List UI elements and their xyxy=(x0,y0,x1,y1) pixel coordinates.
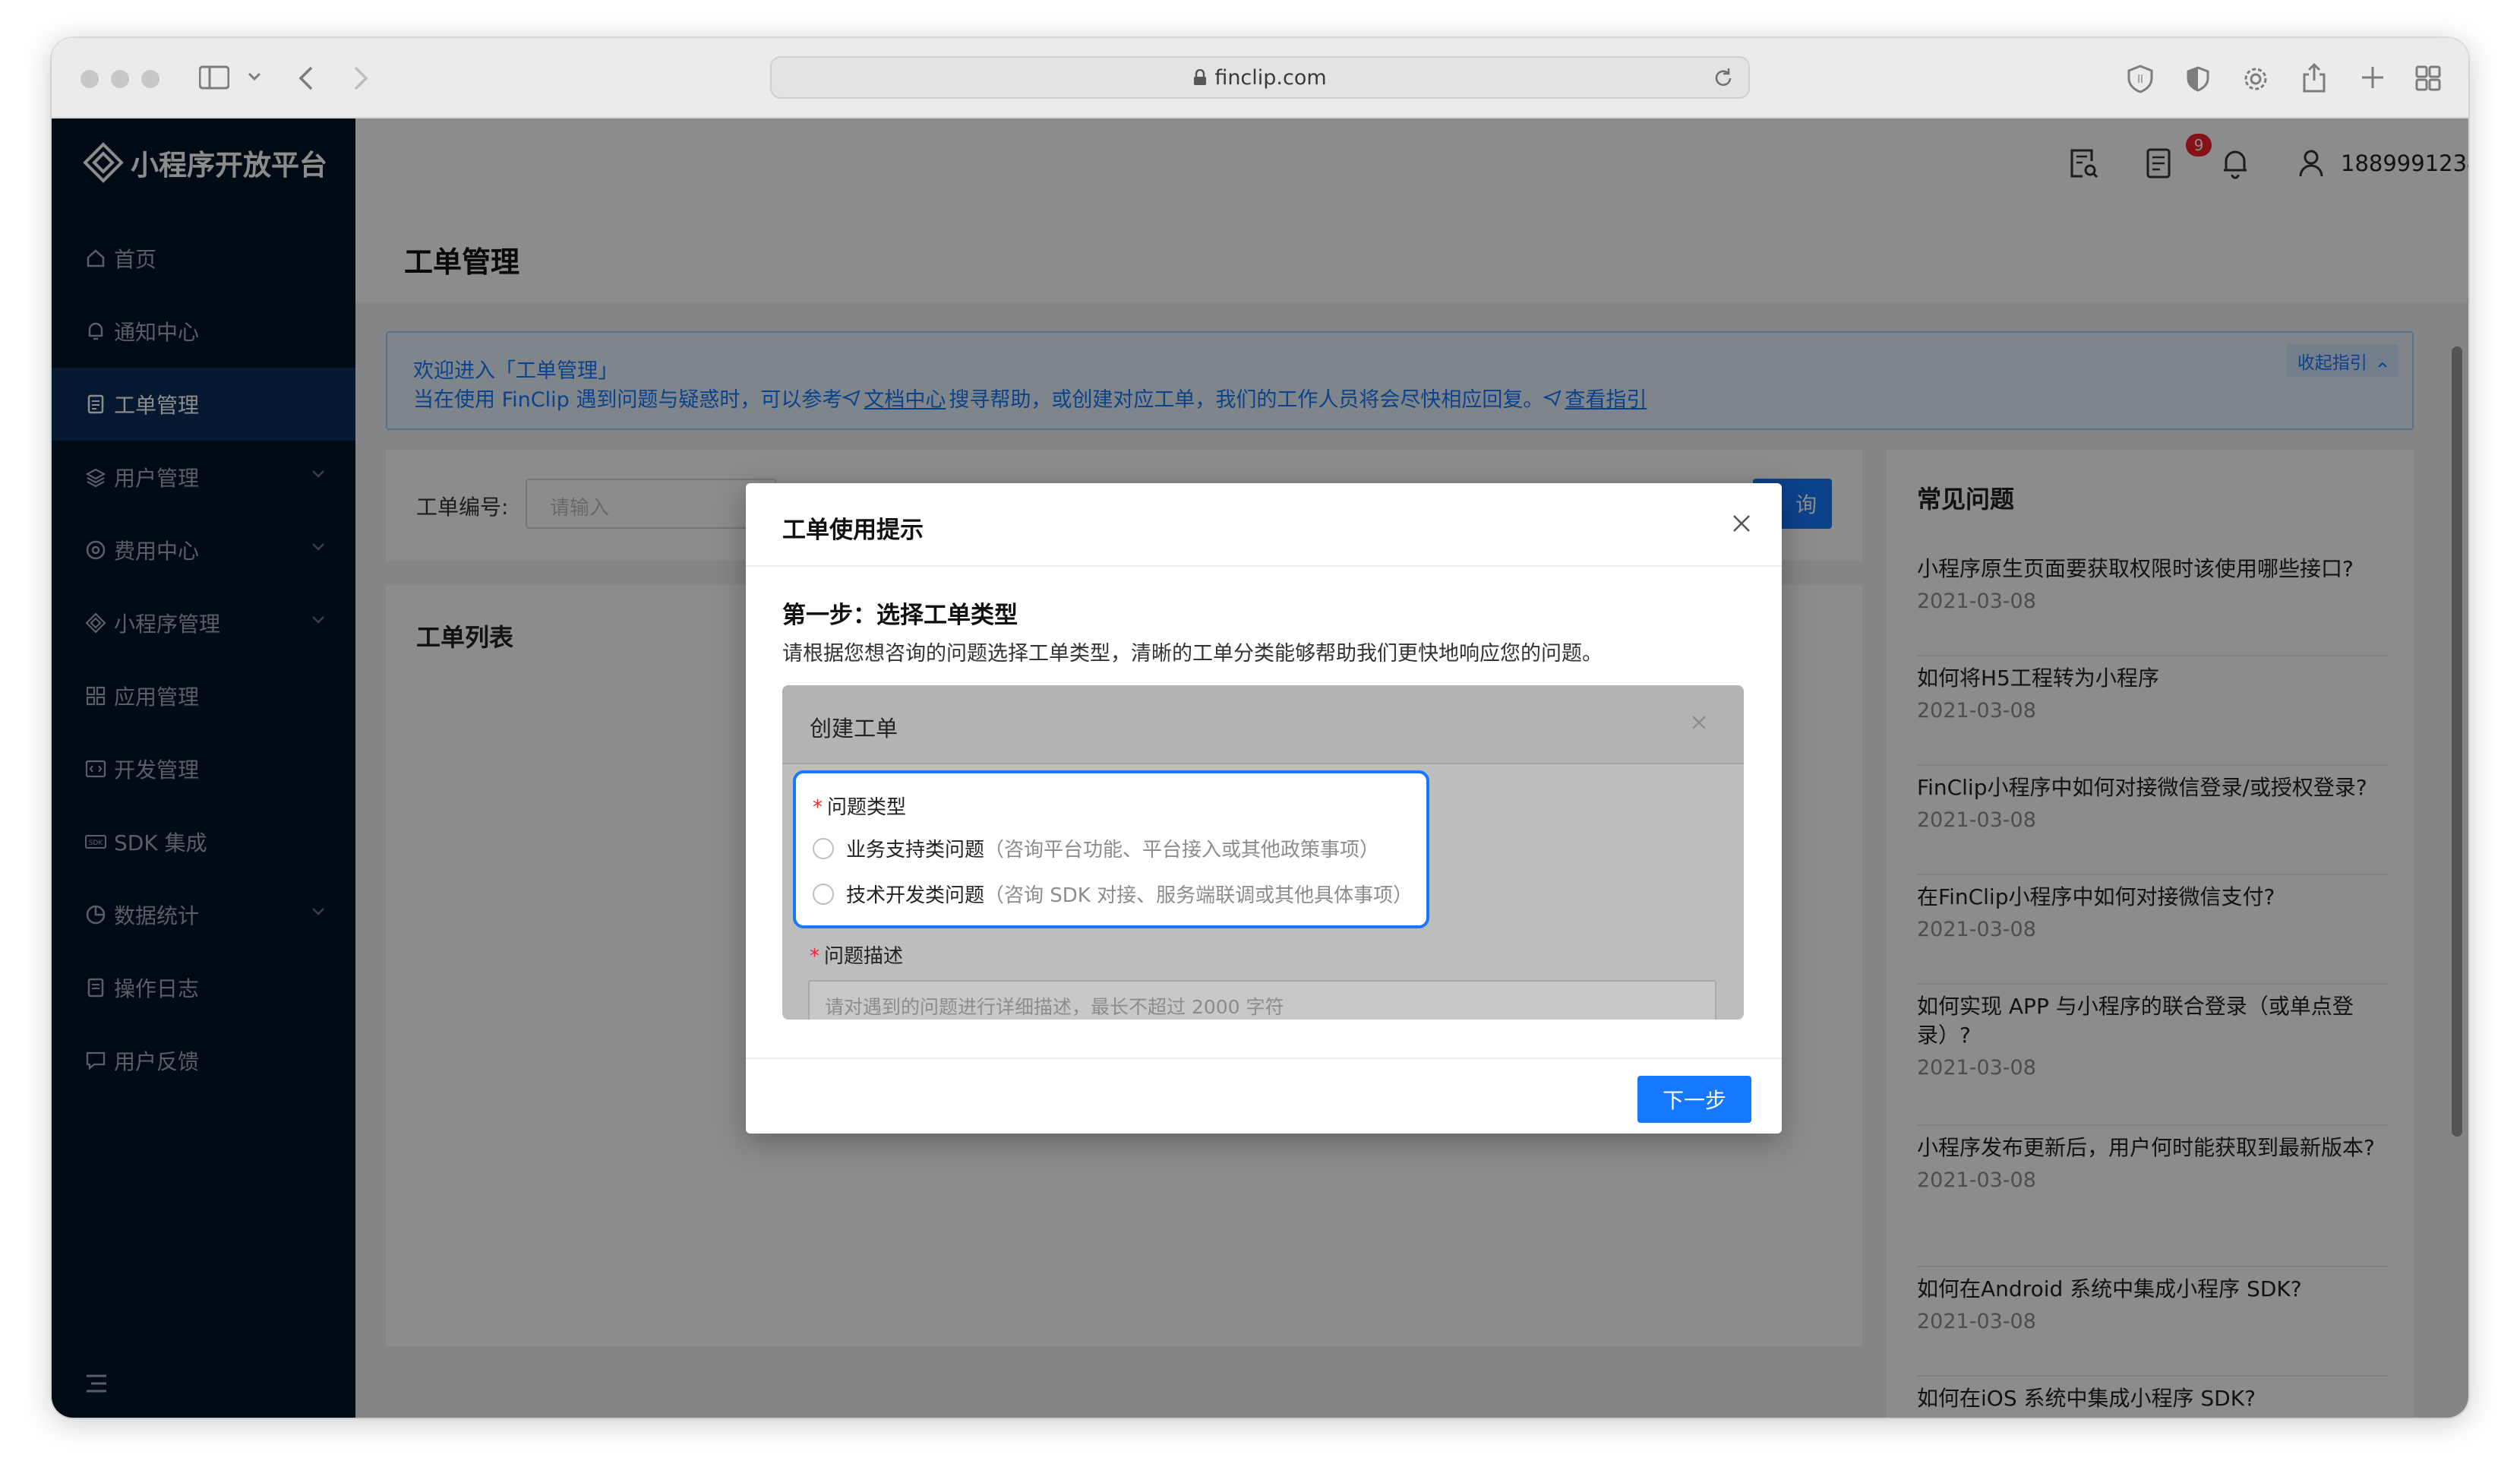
share-icon[interactable] xyxy=(2301,62,2327,93)
issue-type-option-technical[interactable]: 技术开发类问题 （咨询 SDK 对接、服务端联调或其他具体事项） xyxy=(813,880,1413,908)
issue-description-label: * 问题描述 xyxy=(810,941,903,969)
preview-title: 创建工单 xyxy=(810,716,898,742)
back-icon[interactable] xyxy=(298,65,314,91)
create-ticket-preview: 创建工单 *问题类型 业务支持类问题 （咨询平台功能、平台接入或其他政策事项） xyxy=(782,685,1744,1020)
reload-icon[interactable] xyxy=(1712,67,1735,90)
lock-icon xyxy=(1193,69,1207,86)
required-mark: * xyxy=(813,796,823,819)
zoom-window-button[interactable] xyxy=(141,70,159,88)
new-tab-icon[interactable] xyxy=(2361,65,2385,90)
issue-description-textarea: 请对遇到的问题进行详细描述，最长不超过 2000 字符 xyxy=(808,980,1716,1020)
required-mark: * xyxy=(810,945,819,968)
forward-icon[interactable] xyxy=(352,65,369,91)
ticket-tips-modal: 工单使用提示 第一步：选择工单类型 请根据您想咨询的问题选择工单类型，清晰的工单… xyxy=(746,483,1782,1134)
close-window-button[interactable] xyxy=(81,70,99,88)
privacy-shield-icon[interactable]: ll xyxy=(2125,64,2155,94)
browser-window: finclip.com ll 小程序开放平台 首页 通知中心 工单管理 用户管理… xyxy=(52,38,2468,1418)
radio-circle[interactable] xyxy=(813,837,834,859)
issue-type-label: * 问题类型 xyxy=(813,792,906,820)
address-bar[interactable]: finclip.com xyxy=(770,56,1750,99)
modal-footer: 下一步 xyxy=(746,1058,1782,1134)
sidebar-toggle-icon[interactable] xyxy=(199,65,229,90)
web-page: 小程序开放平台 首页 通知中心 工单管理 用户管理 费用中心 小程序管理 应用管… xyxy=(52,119,2468,1418)
issue-description-label-text: 问题描述 xyxy=(824,945,904,968)
radio-circle[interactable] xyxy=(813,883,834,905)
issue-type-highlight: * 问题类型 业务支持类问题 （咨询平台功能、平台接入或其他政策事项） 技术开发类… xyxy=(793,770,1429,928)
option-hint: （咨询平台功能、平台接入或其他政策事项） xyxy=(984,839,1380,862)
issue-type-label-text: 问题类型 xyxy=(827,796,907,819)
option-label: 业务支持类问题 xyxy=(846,839,985,862)
preview-header: 创建工单 xyxy=(782,685,1744,764)
option-hint: （咨询 SDK 对接、服务端联调或其他具体事项） xyxy=(984,884,1413,907)
tab-overview-icon[interactable] xyxy=(2415,65,2441,91)
half-shield-icon[interactable] xyxy=(2184,65,2212,93)
address-text: finclip.com xyxy=(1214,65,1327,90)
option-label: 技术开发类问题 xyxy=(846,884,985,907)
step-description: 请根据您想咨询的问题选择工单类型，清晰的工单分类能够帮助我们更快地响应您的问题。 xyxy=(782,642,1603,666)
gear-icon[interactable] xyxy=(2242,65,2269,93)
svg-text:ll: ll xyxy=(2137,74,2143,86)
chevron-down-icon[interactable] xyxy=(248,71,261,82)
minimize-window-button[interactable] xyxy=(111,70,129,88)
browser-toolbar: finclip.com ll xyxy=(52,38,2468,119)
next-step-button[interactable]: 下一步 xyxy=(1637,1076,1751,1123)
close-icon[interactable] xyxy=(1732,514,1751,533)
modal-header: 工单使用提示 xyxy=(746,483,1782,567)
close-icon xyxy=(1691,714,1707,731)
issue-type-option-business[interactable]: 业务支持类问题 （咨询平台功能、平台接入或其他政策事项） xyxy=(813,834,1379,862)
step-title: 第一步：选择工单类型 xyxy=(782,602,1018,629)
modal-title: 工单使用提示 xyxy=(782,517,924,544)
